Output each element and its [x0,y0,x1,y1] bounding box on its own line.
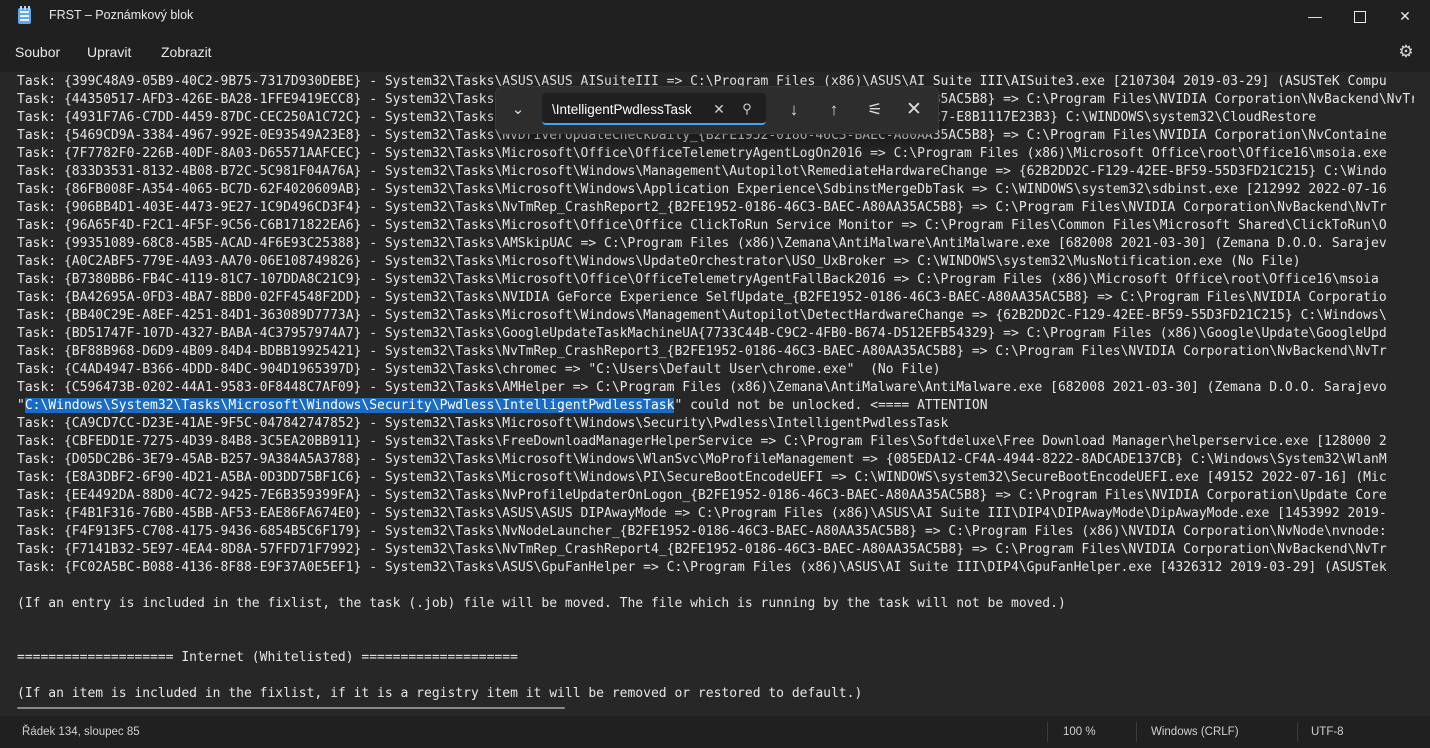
zoom-level: 100 % [1063,726,1096,738]
menu-edit[interactable]: Upravit [87,44,131,60]
text-line: Task: {833D3531-8132-4B08-B72C-5C981F04A… [17,164,1387,179]
text-line: (If an entry is included in the fixlist,… [17,596,1066,611]
text-line: Task: {BA42695A-0FD3-4BA7-8BD0-02FF4548F… [17,290,1387,305]
close-button[interactable]: ✕ [1382,0,1428,32]
find-panel: ⌄ ✕ ⚲ ↓ ↑ ⚟ ✕ [495,86,939,134]
maximize-button[interactable] [1337,0,1383,32]
horizontal-scrollbar[interactable] [17,707,565,709]
text-line: Task: {BF88B968-D6D9-4B09-84D4-BDBB19925… [17,344,1387,359]
text-line: Task: {86FB008F-A354-4065-BC7D-62F402060… [17,182,1387,197]
find-box: ✕ ⚲ [542,93,766,125]
menu-view[interactable]: Zobrazit [161,44,212,60]
text-line: Task: {CBFEDD1E-7275-4D39-84B8-3C5EA20BB… [17,434,1387,449]
search-button[interactable]: ⚲ [738,99,756,119]
text-line: Task: {D05DC2B6-3E79-45AB-B257-9A384A5A3… [17,452,1387,467]
find-next-button[interactable]: ↓ [782,97,806,123]
text-line: Task: {BB40C29E-A8EF-4251-84D1-363089D77… [17,308,1387,323]
text-line: Task: {F4B1F316-76B0-45BB-AF53-EAE86FA67… [17,506,1387,521]
arrow-up-icon: ↑ [829,100,839,119]
find-previous-button[interactable]: ↑ [822,97,846,123]
close-icon: ✕ [906,99,922,120]
expand-replace-button[interactable]: ⌄ [508,99,528,121]
text-line [17,577,1414,595]
menu-bar: Soubor Upravit Zobrazit [0,32,1430,72]
status-bar: Řádek 134, sloupec 85 100 % Windows (CRL… [0,716,1430,748]
notepad-icon [18,6,31,24]
text-line: Task: {A0C2ABF5-779E-4A93-AA70-06E108749… [17,254,1301,269]
text-line: ==================== Internet (Whitelist… [17,650,518,665]
close-icon: ✕ [713,101,725,117]
text-line: Task: {B7380BB6-FB4C-4119-81C7-107DDA8C2… [17,272,1379,287]
line-endings: Windows (CRLF) [1151,726,1239,738]
text-line: Task: {FC02A5BC-B088-4136-8F88-E9F37A0E5… [17,560,1387,575]
text-line [17,667,1414,685]
menu-file[interactable]: Soubor [15,44,60,60]
search-icon: ⚲ [742,101,752,116]
maximize-icon [1354,11,1366,24]
arrow-down-icon: ↓ [789,100,799,119]
text-line: Task: {CA9CD7CC-D23E-41AE-9F5C-047842747… [17,416,949,431]
text-line: (If an item is included in the fixlist, … [17,686,863,701]
line-suffix: " could not be unlocked. <==== ATTENTION [674,398,988,413]
text-line: Task: {C596473B-0202-44A1-9583-0F8448C7A… [17,380,1387,395]
quote-prefix: " [17,398,25,413]
text-line: Task: {F7141B32-5E97-4EA4-8D8A-57FFD71F7… [17,542,1387,557]
text-line: Task: {C4AD4947-B366-4DDD-84DC-904D19653… [17,362,941,377]
window-title: FRST – Poznámkový blok [49,8,194,22]
gear-icon: ⚙ [1398,42,1414,61]
find-options-button[interactable]: ⚟ [863,97,887,123]
status-divider [1136,722,1137,742]
title-bar: FRST – Poznámkový blok — ✕ [0,0,1430,32]
chevron-down-icon: ⌄ [511,101,525,118]
text-line-highlighted: "C:\Windows\System32\Tasks\Microsoft\Win… [17,397,1414,415]
text-editor[interactable]: Task: {399C48A9-05B9-40C2-9B75-7317D930D… [0,72,1430,716]
text-line: Task: {906BB4D1-403E-4473-9E27-1C9D496CD… [17,200,1387,215]
close-find-button[interactable]: ✕ [902,97,926,123]
status-divider [1047,722,1048,742]
text-line [17,613,1414,631]
text-line: Task: {99351089-68C8-45B5-ACAD-4F6E93C25… [17,236,1387,251]
encoding: UTF-8 [1311,726,1344,738]
editor-text: Task: {399C48A9-05B9-40C2-9B75-7317D930D… [17,73,1414,703]
cursor-position: Řádek 134, sloupec 85 [22,726,140,738]
status-divider [1297,722,1298,742]
options-icon: ⚟ [867,100,883,119]
selected-text: C:\Windows\System32\Tasks\Microsoft\Wind… [24,398,675,413]
text-line: Task: {7F7782F0-226B-40DF-8A03-D65571AAF… [17,146,1387,161]
minimize-button[interactable]: — [1292,0,1338,32]
text-line: Task: {F4F913F5-C708-4175-9436-6854B5C6F… [17,524,1387,539]
text-line: Task: {E8A3DBF2-6F90-4D21-A5BA-0D3DD75BF… [17,470,1387,485]
settings-button[interactable]: ⚙ [1396,42,1416,62]
text-line: Task: {96A65F4D-F2C1-4F5F-9C56-C6B171822… [17,218,1387,233]
clear-search-button[interactable]: ✕ [710,99,728,119]
text-line: Task: {EE4492DA-88D0-4C72-9425-7E6B35939… [17,488,1387,503]
find-input[interactable] [552,99,702,119]
text-line [17,631,1414,649]
text-line: Task: {BD51747F-107D-4327-BABA-4C3795797… [17,326,1387,341]
